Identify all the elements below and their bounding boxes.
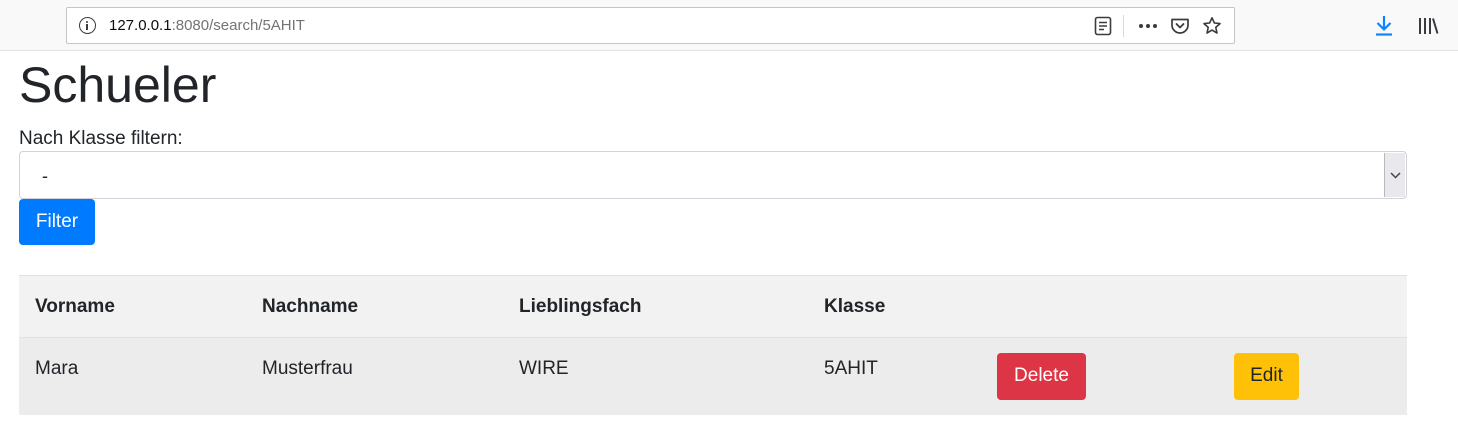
url-path: :8080/search/5AHIT — [171, 17, 305, 34]
page-title: Schueler — [19, 57, 217, 113]
header-lieblingsfach: Lieblingsfach — [503, 275, 808, 338]
delete-button[interactable]: Delete — [997, 352, 1086, 400]
toolbar-actions — [1370, 12, 1458, 40]
cell-nachname: Musterfrau — [246, 337, 503, 415]
chevron-down-icon[interactable] — [1384, 153, 1405, 197]
filter-button[interactable]: Filter — [19, 199, 95, 245]
header-klasse: Klasse — [808, 275, 981, 338]
table-header-row: Vorname Nachname Lieblingsfach Klasse — [19, 275, 1407, 338]
filter-label: Nach Klasse filtern: — [19, 128, 183, 149]
pocket-icon[interactable] — [1166, 12, 1194, 40]
browser-toolbar: 127.0.0.1:8080/search/5AHIT — [0, 0, 1458, 51]
table-row: Mara Musterfrau WIRE 5AHIT Delete Edit — [19, 337, 1407, 415]
info-icon[interactable] — [79, 17, 96, 34]
more-icon[interactable] — [1134, 12, 1162, 40]
library-icon[interactable] — [1414, 12, 1442, 40]
cell-vorname: Mara — [19, 337, 246, 415]
bookmark-star-icon[interactable] — [1198, 12, 1226, 40]
url-text[interactable]: 127.0.0.1:8080/search/5AHIT — [109, 17, 305, 35]
cell-klasse: 5AHIT — [808, 337, 981, 415]
header-empty — [981, 275, 1218, 338]
cell-edit: Edit — [1218, 337, 1407, 415]
url-host: 127.0.0.1 — [109, 17, 172, 34]
header-vorname: Vorname — [19, 275, 246, 338]
cell-delete: Delete — [981, 337, 1218, 415]
url-bar-separator — [1123, 14, 1124, 37]
cell-lieblingsfach: WIRE — [503, 337, 808, 415]
schueler-table: Vorname Nachname Lieblingsfach Klasse Ma… — [19, 275, 1407, 415]
klasse-select[interactable]: - — [19, 151, 1407, 199]
url-bar-actions — [1085, 8, 1226, 43]
header-nachname: Nachname — [246, 275, 503, 338]
url-bar[interactable]: 127.0.0.1:8080/search/5AHIT — [66, 7, 1235, 44]
header-empty — [1218, 275, 1407, 338]
select-value: - — [42, 166, 48, 186]
edit-button[interactable]: Edit — [1234, 352, 1299, 400]
download-icon[interactable] — [1370, 12, 1398, 40]
reader-view-icon[interactable] — [1089, 12, 1117, 40]
